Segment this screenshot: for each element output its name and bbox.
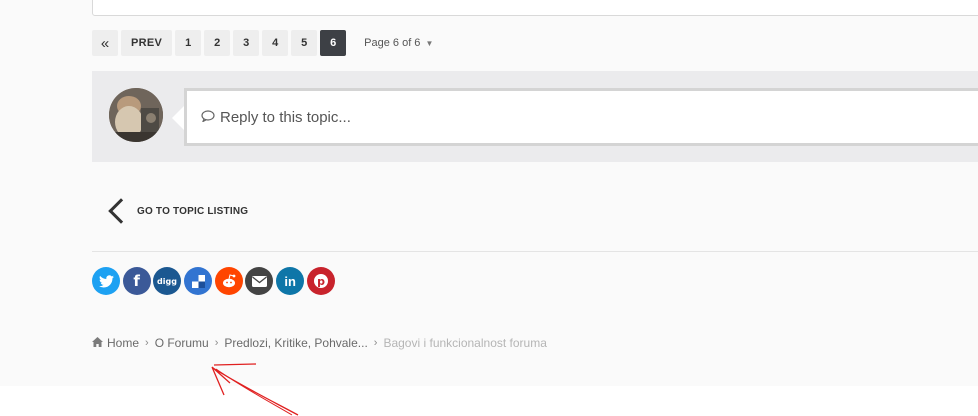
divider bbox=[92, 251, 978, 252]
share-links: f digg in p bbox=[92, 267, 338, 295]
page-jump-dropdown[interactable]: Page 6 of 6 ▼ bbox=[364, 37, 433, 49]
page-4-button[interactable]: 4 bbox=[262, 30, 289, 56]
red-arrow-annotation bbox=[211, 363, 299, 416]
avatar[interactable] bbox=[109, 88, 163, 142]
first-page-button[interactable]: « bbox=[92, 30, 118, 56]
page-6-button[interactable]: 6 bbox=[320, 30, 347, 56]
reply-editor-input[interactable]: Reply to this topic... bbox=[184, 88, 978, 146]
go-to-topic-listing-label: GO TO TOPIC LISTING bbox=[137, 205, 249, 217]
breadcrumb-o-forumu-link[interactable]: O Forumu bbox=[155, 336, 209, 350]
envelope-icon bbox=[251, 275, 267, 287]
reddit-icon bbox=[221, 274, 237, 288]
go-to-topic-listing-link[interactable]: GO TO TOPIC LISTING bbox=[104, 198, 248, 224]
reply-placeholder: Reply to this topic... bbox=[220, 108, 351, 126]
twitter-share-button[interactable] bbox=[92, 267, 120, 295]
prev-page-button[interactable]: PREV bbox=[121, 30, 173, 56]
svg-text:p: p bbox=[317, 275, 325, 288]
svg-text:digg: digg bbox=[157, 277, 177, 286]
home-icon bbox=[92, 336, 103, 350]
facebook-icon: f bbox=[133, 272, 140, 290]
twitter-icon bbox=[98, 274, 114, 288]
digg-icon: digg bbox=[157, 276, 178, 286]
chevron-right-icon: › bbox=[214, 337, 219, 349]
chevron-right-icon: › bbox=[373, 337, 378, 349]
linkedin-share-button[interactable]: in bbox=[276, 267, 305, 295]
page-2-button[interactable]: 2 bbox=[204, 30, 231, 56]
breadcrumb-home-link[interactable]: Home bbox=[107, 336, 139, 350]
delicious-icon bbox=[191, 274, 205, 288]
comment-icon bbox=[201, 109, 215, 125]
breadcrumb-current: Bagovi i funkcionalnost foruma bbox=[383, 336, 547, 350]
page-jump-label: Page 6 of 6 bbox=[364, 37, 421, 49]
pagination: « PREV 1 2 3 4 5 6 Page 6 of 6 ▼ bbox=[92, 30, 433, 56]
email-share-button[interactable] bbox=[245, 267, 274, 295]
breadcrumb-predlozi-link[interactable]: Predlozi, Kritike, Pohvale... bbox=[224, 336, 367, 350]
facebook-share-button[interactable]: f bbox=[122, 267, 151, 295]
chevron-right-icon: › bbox=[145, 337, 149, 349]
reddit-share-button[interactable] bbox=[214, 267, 243, 295]
pinterest-share-button[interactable]: p bbox=[306, 267, 335, 295]
page-1-button[interactable]: 1 bbox=[175, 30, 202, 56]
linkedin-icon: in bbox=[284, 273, 296, 289]
breadcrumb: Home › O Forumu › Predlozi, Kritike, Poh… bbox=[92, 334, 547, 352]
chevron-left-icon bbox=[104, 198, 130, 224]
delicious-share-button[interactable] bbox=[184, 267, 213, 295]
caret-down-icon: ▼ bbox=[425, 38, 434, 48]
digg-share-button[interactable]: digg bbox=[153, 267, 182, 295]
page-3-button[interactable]: 3 bbox=[233, 30, 260, 56]
pinterest-icon: p bbox=[313, 273, 329, 289]
reply-area: Reply to this topic... bbox=[92, 71, 978, 162]
previous-post-box bbox=[92, 0, 978, 16]
page-background bbox=[0, 0, 978, 386]
page-5-button[interactable]: 5 bbox=[291, 30, 318, 56]
